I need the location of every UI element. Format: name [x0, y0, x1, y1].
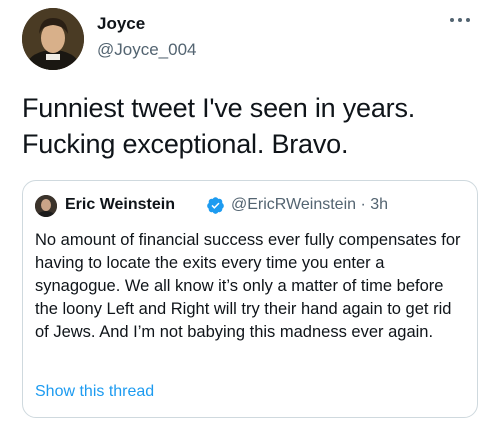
tweet-text: Funniest tweet I've seen in years. Fucki… [22, 93, 416, 159]
more-horizontal-icon [466, 18, 470, 22]
more-horizontal-icon [450, 18, 454, 22]
quoted-timestamp[interactable]: 3h [370, 196, 388, 213]
show-thread-link[interactable]: Show this thread [35, 383, 154, 401]
quoted-meta: @EricRWeinstein · 3h [231, 196, 388, 214]
quoted-author-handle[interactable]: @EricRWeinstein [231, 196, 356, 213]
quoted-tweet-text: No amount of financial success ever full… [35, 231, 461, 341]
quoted-author-avatar[interactable] [35, 195, 57, 217]
meta-separator: · [360, 196, 366, 213]
verified-badge-icon [207, 197, 224, 214]
author-name[interactable]: Joyce [97, 14, 145, 34]
more-horizontal-icon [458, 18, 462, 22]
quoted-author-name[interactable]: Eric Weinstein [65, 196, 175, 214]
author-avatar[interactable] [22, 8, 84, 70]
quoted-tweet[interactable]: Eric Weinstein @EricRWeinstein · 3h No a… [22, 180, 478, 418]
author-handle[interactable]: @Joyce_004 [97, 40, 197, 60]
more-options-button[interactable] [450, 16, 474, 24]
